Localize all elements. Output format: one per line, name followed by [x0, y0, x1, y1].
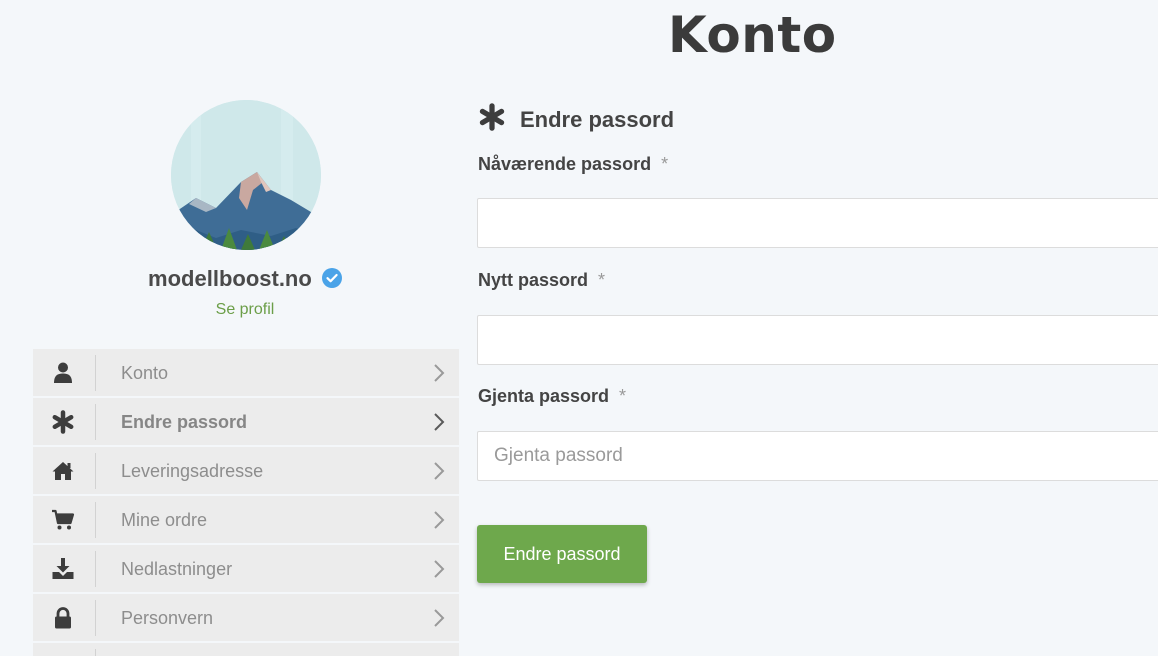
sidebar-item-label: Konto [121, 363, 169, 383]
profile-name: modellboost.no [148, 266, 312, 291]
sidebar-item-nedlastninger[interactable]: Nedlastninger [33, 545, 459, 592]
sidebar-item-label: Leveringsadresse [121, 461, 264, 481]
sidebar-item-label: Mine ordre [121, 510, 208, 530]
section-heading: Endre passord [478, 103, 674, 136]
repeat-password-input[interactable] [477, 431, 1158, 481]
sidebar-item-partial[interactable] [33, 643, 459, 656]
nav-divider [95, 600, 96, 636]
sidebar-item-label: Personvern [121, 608, 214, 628]
repeat-password-label: Gjenta passord * [478, 386, 626, 407]
sidebar-item-endre-passord[interactable]: Endre passord [33, 398, 459, 445]
home-icon [51, 459, 75, 483]
sidebar-item-label: Nedlastninger [121, 559, 233, 579]
lock-icon [51, 606, 75, 630]
section-title: Endre passord [520, 106, 675, 132]
current-password-input[interactable] [477, 198, 1158, 248]
nav-divider [95, 502, 96, 538]
download-icon [51, 557, 75, 581]
verified-check-icon [321, 268, 342, 288]
new-password-input[interactable] [477, 315, 1158, 365]
nav-divider [95, 649, 96, 656]
user-icon [51, 361, 75, 385]
page-title: Konto [668, 6, 837, 64]
nav-divider [95, 404, 96, 440]
cart-icon [51, 508, 75, 532]
account-nav: Konto Endre passord Leveringsadresse Min… [33, 349, 459, 656]
new-password-label: Nytt passord * [478, 270, 605, 291]
chevron-right-icon [433, 608, 445, 628]
avatar[interactable] [171, 100, 321, 250]
nav-divider [95, 355, 96, 391]
required-mark: * [598, 270, 606, 290]
asterisk-icon [51, 410, 75, 434]
chevron-right-icon [433, 559, 445, 579]
chevron-right-icon [433, 461, 445, 481]
nav-divider [95, 551, 96, 587]
chevron-right-icon [433, 412, 445, 432]
required-mark: * [661, 154, 669, 174]
sidebar-item-label: Endre passord [121, 412, 248, 432]
sidebar-item-personvern[interactable]: Personvern [33, 594, 459, 641]
chevron-right-icon [433, 510, 445, 530]
sidebar-item-konto[interactable]: Konto [33, 349, 459, 396]
asterisk-icon [478, 103, 506, 136]
current-password-label-text: Nåværende passord [478, 154, 652, 174]
required-mark: * [619, 386, 627, 406]
chevron-right-icon [433, 363, 445, 383]
change-password-button[interactable]: Endre passord [477, 525, 647, 583]
nav-divider [95, 453, 96, 489]
new-password-label-text: Nytt passord [478, 270, 589, 290]
sidebar-item-leveringsadresse[interactable]: Leveringsadresse [33, 447, 459, 494]
repeat-password-label-text: Gjenta passord [478, 386, 610, 406]
sidebar-item-mine-ordre[interactable]: Mine ordre [33, 496, 459, 543]
current-password-label: Nåværende passord * [478, 154, 668, 175]
see-profile-link[interactable]: Se profil [0, 301, 490, 319]
